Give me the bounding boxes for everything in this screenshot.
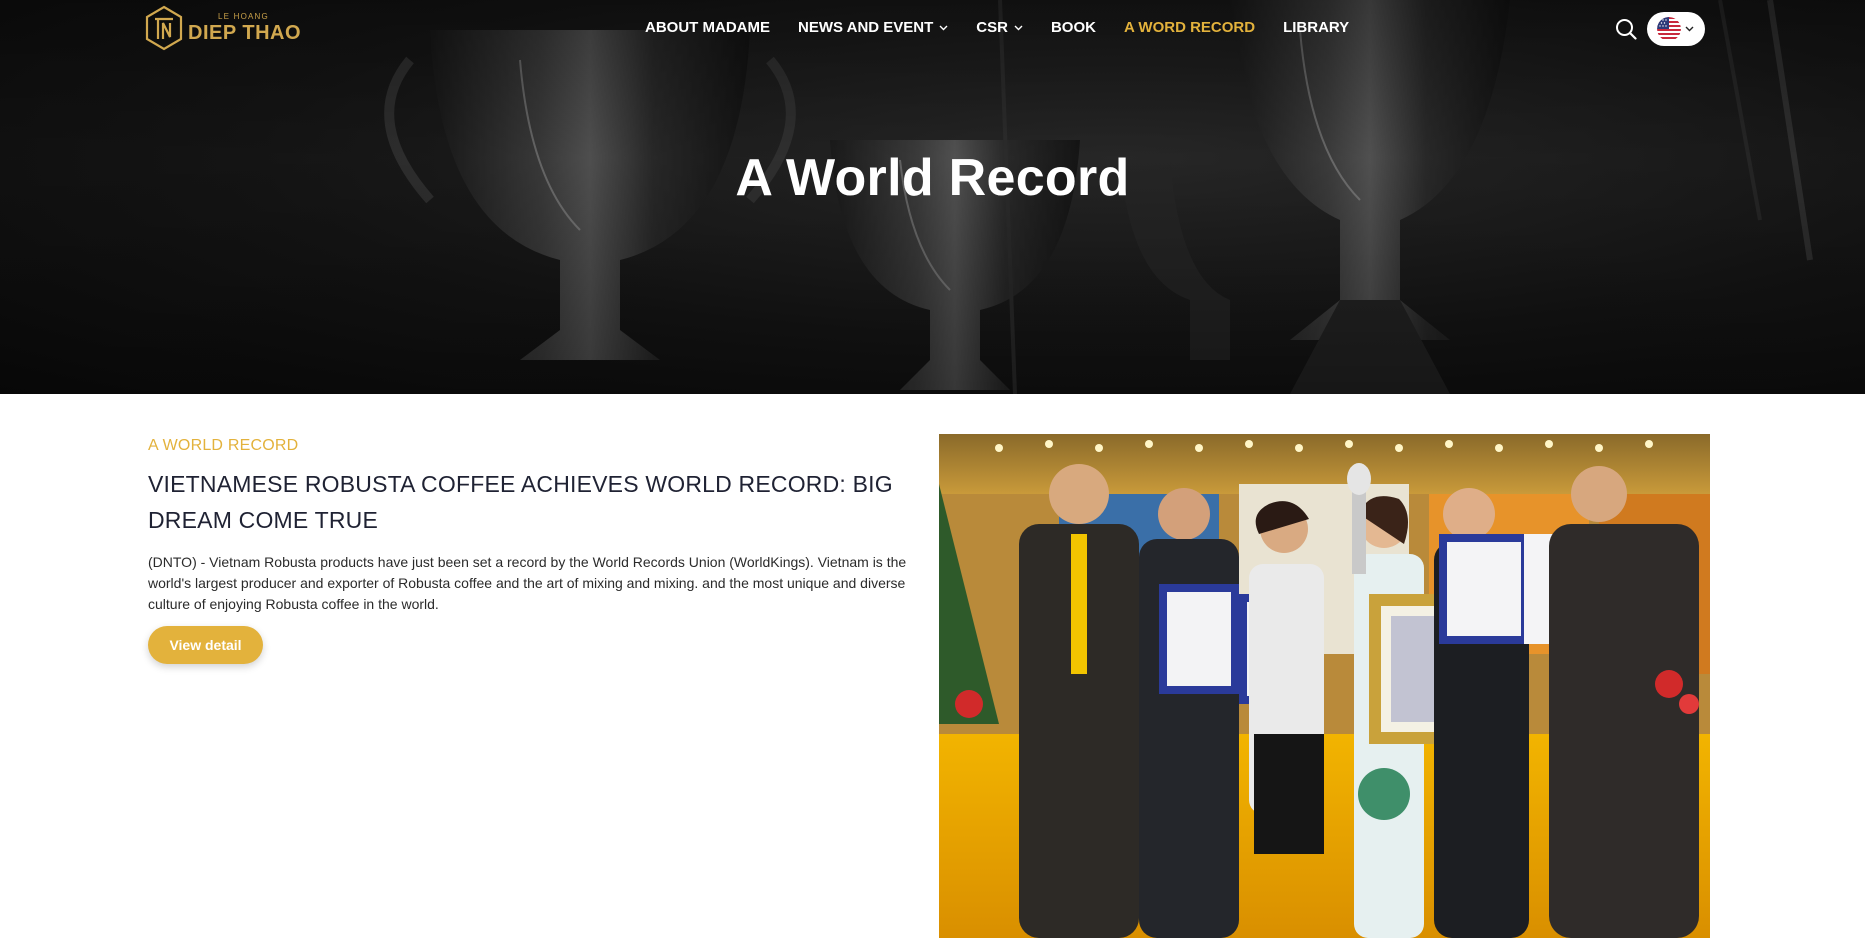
article-image[interactable] — [939, 434, 1710, 938]
us-flag-icon — [1657, 17, 1681, 41]
article-title[interactable]: VIETNAMESE ROBUSTA COFFEE ACHIEVES WORLD… — [148, 466, 908, 538]
nav-item-label: A WORD RECORD — [1123, 19, 1256, 36]
page-title: A World Record — [735, 149, 1130, 207]
article-excerpt: (DNTO) - Vietnam Robusta products have j… — [148, 554, 907, 612]
nav-item-label: BOOK — [1050, 19, 1096, 36]
view-detail-button[interactable]: View detail — [148, 626, 263, 664]
nav-item-csr[interactable]: CSR — [976, 19, 1023, 36]
nav-item-label: NEWS AND EVENT — [798, 19, 934, 36]
nav-item-label: LIBRARY — [1283, 19, 1350, 36]
language-switcher[interactable] — [1647, 12, 1705, 46]
nav-item-about-madame[interactable]: ABOUT MADAME — [645, 19, 770, 36]
chevron-down-icon — [1685, 26, 1694, 32]
nav-item-library[interactable]: LIBRARY — [1283, 19, 1349, 36]
search-icon[interactable] — [1615, 18, 1637, 40]
site-header: LE HOANG DIEP THAO ABOUT MADAME NEWS AND… — [0, 0, 1865, 58]
hero-banner: A World Record — [0, 0, 1865, 394]
main-nav: ABOUT MADAME NEWS AND EVENT CSR BOOK A W… — [645, 19, 1377, 36]
nav-item-a-word-record[interactable]: A WORD RECORD — [1124, 19, 1255, 36]
article-category[interactable]: A WORLD RECORD — [148, 437, 298, 455]
nav-item-label: CSR — [976, 19, 1008, 36]
nav-item-label: ABOUT MADAME — [645, 19, 770, 36]
chevron-down-icon — [939, 25, 948, 30]
brand-small-text: LE HOANG — [218, 12, 269, 21]
award-ceremony-photo — [939, 434, 1710, 938]
chevron-down-icon — [1014, 25, 1023, 30]
brand-logo[interactable]: LE HOANG DIEP THAO — [144, 4, 301, 52]
brand-name: DIEP THAO — [188, 22, 302, 44]
nav-item-book[interactable]: BOOK — [1051, 19, 1096, 36]
logo-mark-icon — [145, 5, 183, 51]
nav-item-news-and-event[interactable]: NEWS AND EVENT — [798, 19, 948, 36]
